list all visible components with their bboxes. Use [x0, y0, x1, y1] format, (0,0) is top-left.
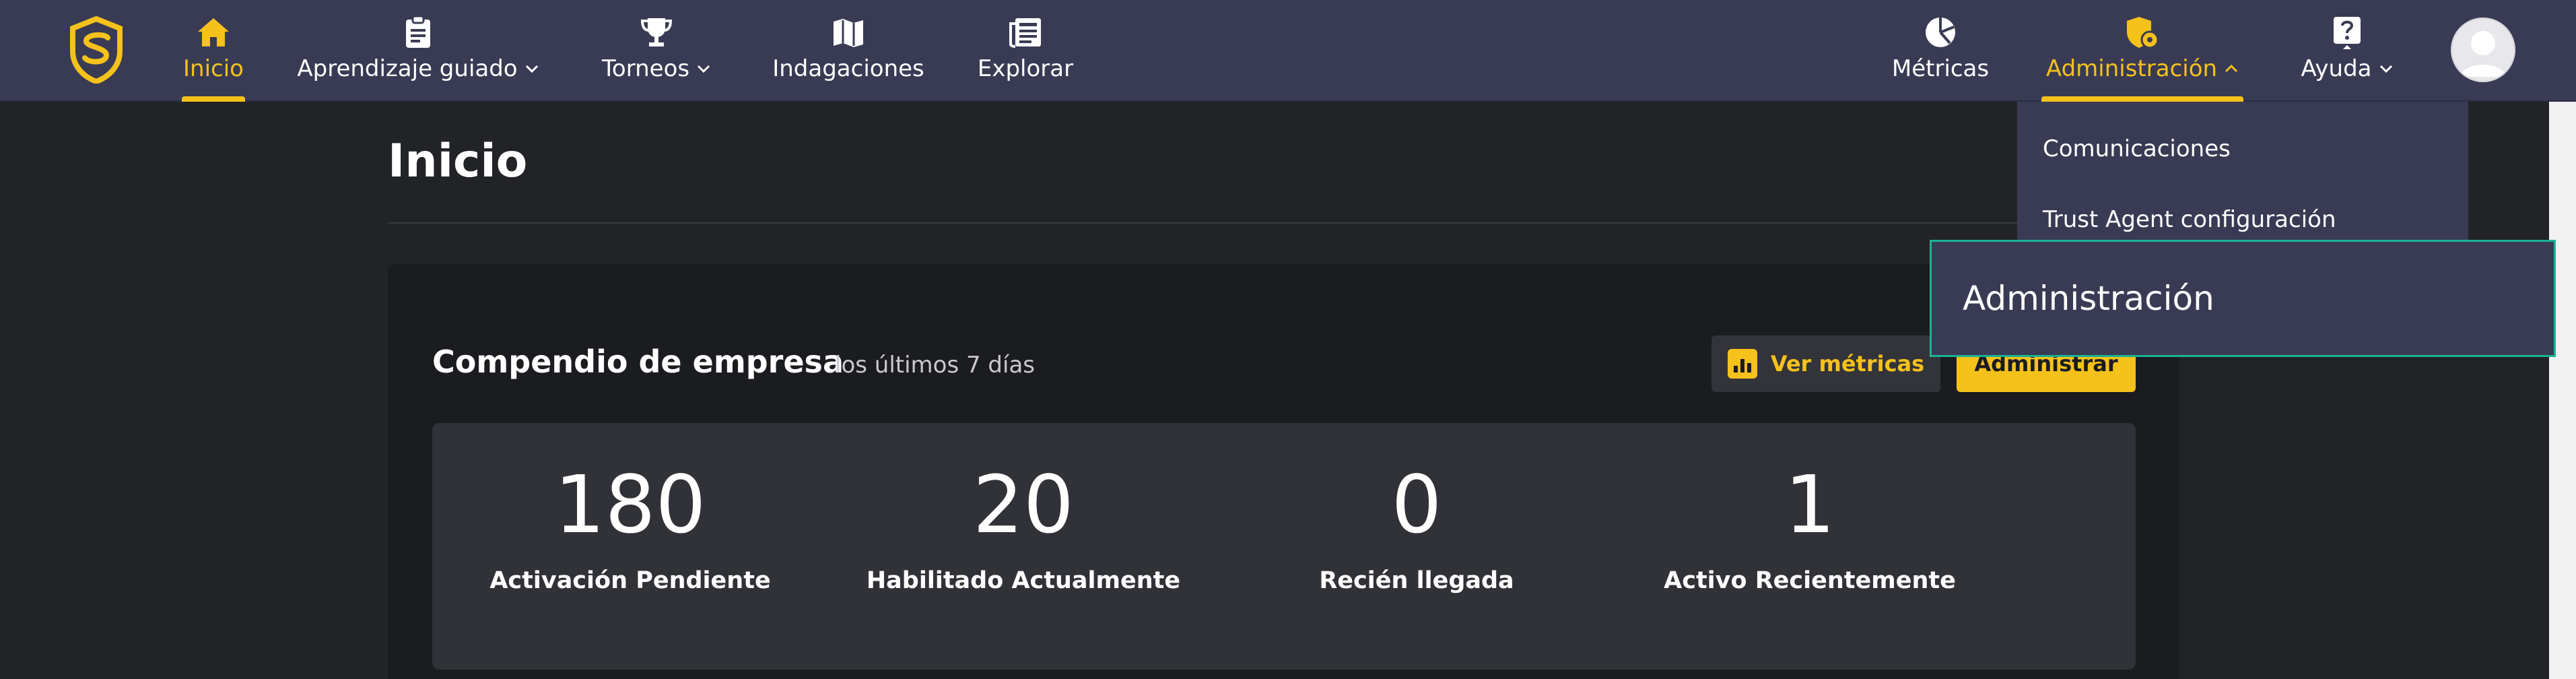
- view-metrics-label: Ver métricas: [1770, 351, 1925, 377]
- nav-item-indagaciones[interactable]: Indagaciones: [770, 0, 926, 102]
- bar-chart-icon: [1727, 349, 1757, 379]
- nav-item-aprendizaje-guiado[interactable]: Aprendizaje guiado: [294, 0, 543, 102]
- stat-currently-enabled: 20 Habilitado Actualmente: [835, 465, 1212, 594]
- nav-label-aprendizaje-guiado: Aprendizaje guiado: [297, 55, 518, 82]
- stat-label: Recién llegada: [1319, 567, 1514, 594]
- view-metrics-button[interactable]: Ver métricas: [1711, 335, 1940, 392]
- stat-value: 0: [1391, 458, 1442, 551]
- stat-new-arrivals: 0 Recién llegada: [1228, 465, 1605, 594]
- company-summary-card: Compendio de empresa los últimos 7 días …: [388, 264, 2179, 679]
- newspaper-icon: [1007, 13, 1044, 51]
- nav-item-administracion[interactable]: Administración: [2041, 0, 2243, 102]
- nav-label-metricas: Métricas: [1891, 55, 1990, 82]
- clipboard-icon: [399, 13, 437, 51]
- stats-panel: 180 Activación Pendiente 20 Habilitado A…: [432, 423, 2136, 670]
- stat-value: 1: [1784, 458, 1835, 551]
- home-icon: [195, 13, 232, 51]
- user-avatar[interactable]: [2451, 18, 2515, 82]
- logo-icon[interactable]: [67, 15, 125, 85]
- nav-item-metricas[interactable]: Métricas: [1889, 0, 1992, 102]
- top-navbar: Inicio Aprendizaje guiado Torneos Indaga…: [0, 0, 2576, 102]
- page-title: Inicio: [388, 135, 528, 188]
- map-icon: [829, 13, 867, 51]
- divider: [388, 222, 2179, 224]
- nav-item-torneos[interactable]: Torneos: [595, 0, 718, 102]
- scrollbar[interactable]: [2549, 102, 2576, 679]
- stat-value: 20: [972, 458, 1075, 551]
- stat-pending-activation: 180 Activación Pendiente: [442, 465, 819, 594]
- nav-label-indagaciones: Indagaciones: [772, 55, 924, 82]
- chevron-down-icon: [2379, 65, 2392, 73]
- stat-value: 180: [554, 458, 706, 551]
- active-underline: [182, 96, 245, 102]
- nav-item-explorar[interactable]: Explorar: [976, 0, 1075, 102]
- chevron-down-icon: [698, 65, 710, 73]
- chevron-down-icon: [525, 65, 538, 73]
- pie-chart-icon: [1922, 13, 1959, 51]
- summary-period: los últimos 7 días: [835, 352, 1036, 379]
- menu-item-comunicaciones[interactable]: Comunicaciones: [2043, 135, 2231, 162]
- stat-label: Activación Pendiente: [489, 567, 771, 594]
- nav-item-inicio[interactable]: Inicio: [176, 0, 250, 102]
- nav-label-explorar: Explorar: [977, 55, 1074, 82]
- active-underline: [2041, 96, 2243, 102]
- shield-gear-icon: [2124, 13, 2161, 51]
- chevron-up-icon: [2225, 64, 2238, 73]
- stat-recently-active: 1 Activo Recientemente: [1621, 465, 1998, 594]
- nav-item-ayuda[interactable]: Ayuda: [2299, 0, 2396, 102]
- nav-label-ayuda: Ayuda: [2301, 55, 2372, 82]
- stat-label: Activo Recientemente: [1664, 567, 1956, 594]
- stat-label: Habilitado Actualmente: [866, 567, 1181, 594]
- admin-dropdown-menu: Comunicaciones Trust Agent configuración: [2017, 102, 2468, 257]
- user-icon: [2451, 18, 2515, 82]
- nav-label-inicio: Inicio: [183, 55, 244, 82]
- menu-item-administracion[interactable]: Administración: [1930, 240, 2556, 357]
- nav-label-torneos: Torneos: [601, 55, 690, 82]
- menu-item-trust-agent-config[interactable]: Trust Agent configuración: [2043, 206, 2336, 233]
- nav-label-administracion: Administración: [2045, 55, 2218, 82]
- trophy-icon: [638, 13, 675, 51]
- question-icon: [2328, 13, 2366, 51]
- summary-title: Compendio de empresa: [432, 344, 844, 380]
